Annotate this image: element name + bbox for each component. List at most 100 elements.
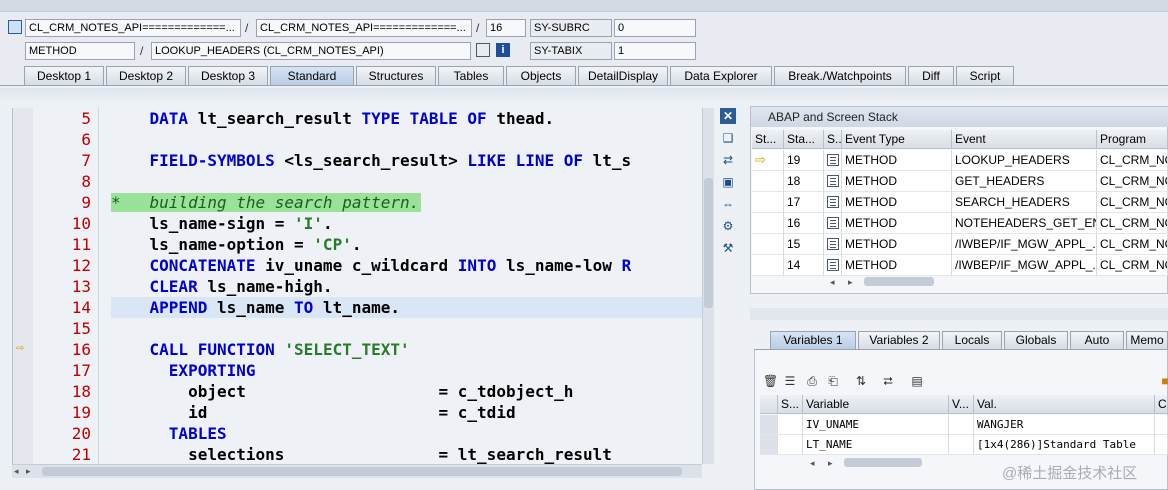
- stack-cell-event[interactable]: /IWBEP/IF_MGW_APPL_...: [952, 234, 1097, 255]
- tab-auto[interactable]: Auto: [1070, 331, 1124, 349]
- import-icon[interactable]: ⎗: [826, 374, 840, 388]
- code-line[interactable]: 8: [13, 171, 702, 192]
- stack-cell-type[interactable]: METHOD: [842, 255, 952, 276]
- export-icon[interactable]: ⎙: [805, 374, 819, 388]
- var-cell-name[interactable]: LT_NAME: [803, 435, 949, 455]
- stack-row-marker[interactable]: ⇨: [752, 150, 784, 171]
- var-col-c[interactable]: C.: [1155, 395, 1168, 414]
- method-name-field[interactable]: LOOKUP_HEADERS (CL_CRM_NOTES_API): [151, 42, 471, 60]
- settings-icon[interactable]: ⚒: [720, 240, 736, 256]
- var-cell-c[interactable]: [1155, 415, 1168, 435]
- code-line[interactable]: 11 ls_name-option = 'CP'.: [13, 234, 702, 255]
- source-code-editor[interactable]: 5 DATA lt_search_result TYPE TABLE OF th…: [12, 108, 702, 464]
- code-line[interactable]: 7 FIELD-SYMBOLS <ls_search_result> LIKE …: [13, 150, 702, 171]
- sysvar-value[interactable]: 1: [614, 42, 696, 60]
- navigate-icon[interactable]: ⮂: [881, 374, 895, 388]
- stack-cell-event[interactable]: SEARCH_HEADERS: [952, 192, 1097, 213]
- stack-cell-type[interactable]: METHOD: [842, 213, 952, 234]
- panel-splitter[interactable]: [750, 308, 1168, 320]
- code-horizontal-scrollbar[interactable]: ◂ ▸: [12, 464, 702, 478]
- code-line[interactable]: 13 CLEAR ls_name-high.: [13, 276, 702, 297]
- scroll-thumb[interactable]: [844, 458, 922, 467]
- code-line[interactable]: 21 selections = lt_search_result: [13, 444, 702, 464]
- tab-data-explorer[interactable]: Data Explorer: [670, 66, 772, 85]
- tab-variables-2[interactable]: Variables 2: [858, 331, 940, 349]
- var-col-s[interactable]: S...: [778, 395, 803, 414]
- resize-icon[interactable]: ⇔: [720, 196, 736, 212]
- stack-row-icon[interactable]: [824, 171, 842, 192]
- stack-cell-type[interactable]: METHOD: [842, 150, 952, 171]
- stack-row-marker[interactable]: [752, 213, 784, 234]
- tab-globals[interactable]: Globals: [1004, 331, 1068, 349]
- close-icon[interactable]: ✕: [720, 108, 736, 124]
- var-row-selector[interactable]: [760, 415, 778, 435]
- stack-row-icon[interactable]: [824, 213, 842, 234]
- code-vertical-scrollbar[interactable]: [702, 108, 714, 464]
- code-line[interactable]: 15: [13, 318, 702, 339]
- services-icon[interactable]: ⚙: [720, 218, 736, 234]
- code-line[interactable]: 9 * building the search pattern.: [13, 192, 702, 213]
- tab-structures[interactable]: Structures: [356, 66, 436, 85]
- stack-col-status[interactable]: St...: [752, 130, 784, 149]
- stack-col-s[interactable]: S...: [824, 130, 842, 149]
- line-number-field[interactable]: 16: [486, 19, 526, 37]
- stack-col-event-type[interactable]: Event Type: [842, 130, 952, 149]
- scroll-thumb[interactable]: [704, 178, 713, 308]
- scroll-right-icon[interactable]: ▸: [848, 275, 853, 289]
- include-field[interactable]: CL_CRM_NOTES_API=============...: [256, 19, 472, 37]
- scroll-thumb[interactable]: [864, 277, 934, 286]
- tab-standard[interactable]: Standard: [270, 66, 354, 85]
- code-line[interactable]: 5 DATA lt_search_result TYPE TABLE OF th…: [13, 108, 702, 129]
- var-col-variable[interactable]: Variable: [803, 395, 949, 414]
- var-cell-value[interactable]: WANGJER: [974, 415, 1155, 435]
- code-line[interactable]: 17 EXPORTING: [13, 360, 702, 381]
- code-line[interactable]: 12 CONCATENATE iv_uname c_wildcard INTO …: [13, 255, 702, 276]
- new-tool-icon[interactable]: ❑: [720, 130, 736, 146]
- variables-horizontal-scrollbar[interactable]: ◂ ▸: [806, 456, 926, 470]
- stack-cell-type[interactable]: METHOD: [842, 192, 952, 213]
- code-line[interactable]: 6: [13, 129, 702, 150]
- scroll-thumb[interactable]: [42, 467, 682, 476]
- stack-cell-event[interactable]: GET_HEADERS: [952, 171, 1097, 192]
- var-cell-status[interactable]: [778, 415, 803, 435]
- stack-cell-event[interactable]: NOTEHEADERS_GET_EN...: [952, 213, 1097, 234]
- var-cell-v[interactable]: [949, 435, 974, 455]
- display-icon[interactable]: [476, 43, 490, 57]
- code-line[interactable]: 19 id = c_tdid: [13, 402, 702, 423]
- stack-cell-type[interactable]: METHOD: [842, 234, 952, 255]
- stack-cell-level[interactable]: 15: [784, 234, 824, 255]
- sysvar-value[interactable]: 0: [614, 19, 696, 37]
- stack-row-marker[interactable]: [752, 255, 784, 276]
- stack-cell-program[interactable]: CL_CRM_NO: [1097, 234, 1168, 255]
- stack-cell-level[interactable]: 19: [784, 150, 824, 171]
- stack-row-icon[interactable]: [824, 150, 842, 171]
- scroll-left-icon[interactable]: ◂: [810, 456, 815, 470]
- var-col-status[interactable]: [760, 395, 778, 414]
- stack-row-marker[interactable]: [752, 234, 784, 255]
- tab-desktop-2[interactable]: Desktop 2: [106, 66, 186, 85]
- stack-horizontal-scrollbar[interactable]: ◂ ▸: [826, 275, 936, 289]
- info-icon[interactable]: i: [496, 43, 510, 57]
- stack-row-marker[interactable]: [752, 171, 784, 192]
- tab-memory[interactable]: Memo: [1126, 331, 1168, 349]
- var-cell-name[interactable]: IV_UNAME: [803, 415, 949, 435]
- var-row-selector[interactable]: [760, 435, 778, 455]
- stack-col-program[interactable]: Program: [1097, 130, 1168, 149]
- swap-tool-icon[interactable]: ⇄: [720, 152, 736, 168]
- sort-icon[interactable]: ⇅: [854, 374, 868, 388]
- stack-row-icon[interactable]: [824, 234, 842, 255]
- code-line[interactable]: 10 ls_name-sign = 'I'.: [13, 213, 702, 234]
- list-icon[interactable]: ☰: [783, 374, 797, 388]
- var-cell-v[interactable]: [949, 415, 974, 435]
- var-col-value[interactable]: Val.: [974, 395, 1155, 414]
- stack-cell-program[interactable]: CL_CRM_NO: [1097, 150, 1168, 171]
- tab-tables[interactable]: Tables: [438, 66, 504, 85]
- var-cell-c[interactable]: [1155, 435, 1168, 455]
- tab-variables-1[interactable]: Variables 1: [770, 331, 856, 349]
- stack-cell-program[interactable]: CL_CRM_NO: [1097, 192, 1168, 213]
- stack-row-marker[interactable]: [752, 192, 784, 213]
- layout-icon[interactable]: ■: [1158, 374, 1168, 388]
- tab-locals[interactable]: Locals: [942, 331, 1002, 349]
- stack-cell-program[interactable]: CL_CRM_NO: [1097, 171, 1168, 192]
- tab-desktop-1[interactable]: Desktop 1: [24, 66, 104, 85]
